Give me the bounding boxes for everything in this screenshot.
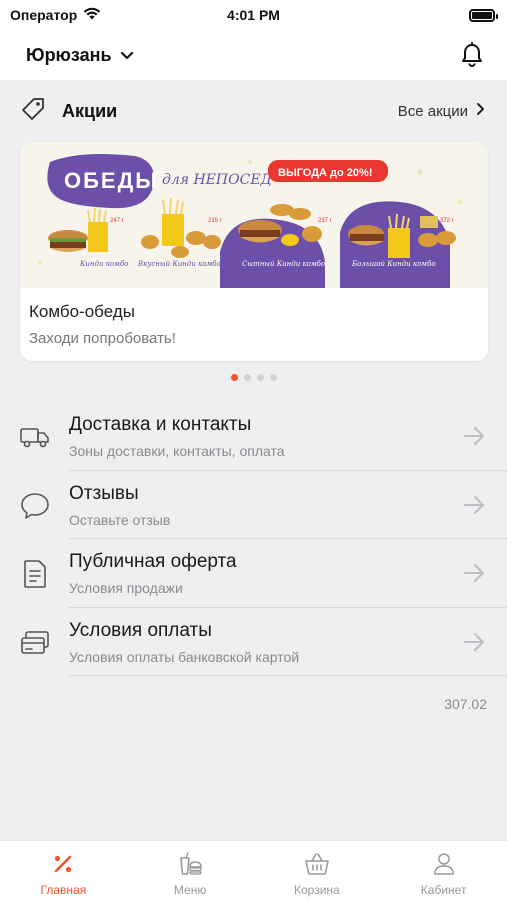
speech-bubble-icon [20,492,50,519]
tab-home[interactable]: Главная [0,841,127,900]
document-icon [20,560,50,588]
promo-pager[interactable] [0,374,507,381]
app-version: 307.02 [444,696,487,712]
user-icon [431,851,457,877]
tab-label: Корзина [294,883,340,897]
app-header: Юрюзань [0,30,507,80]
banner-headline: ОБЕДЫ [64,168,159,193]
percent-icon [50,851,76,877]
pager-dot[interactable] [256,374,264,381]
carrier-label: Оператор [10,7,78,23]
menu-item-reviews[interactable]: Отзывы Оставьте отзыв [0,471,507,539]
arrow-right-icon [463,563,485,583]
city-name: Юрюзань [26,44,112,65]
bell-icon[interactable] [459,42,485,68]
wifi-icon [83,7,101,23]
truck-icon [20,424,50,450]
promo-banner-image: ОБЕДЫ для НЕПОСЕД ВЫГОДА до 20%! Кинди к… [20,142,488,288]
arrow-right-icon [463,495,485,515]
combo-2-price: 215 г [208,218,223,224]
status-bar: Оператор 4:01 PM [0,0,507,30]
promo-card-title: Комбо-обеды [29,302,135,321]
menu-item-public-offer[interactable]: Публичная оферта Условия продажи [0,539,507,608]
battery-icon [469,8,498,22]
menu-item-title: Доставка и контакты [69,414,252,435]
menu-item-subtitle: Условия продажи [69,580,183,596]
pager-dot-active[interactable] [230,374,238,381]
tag-icon [20,96,46,127]
combo-4-price: 372 г [440,218,455,224]
tab-label: Кабинет [420,883,467,897]
all-promos-link[interactable]: Все акции [398,102,485,120]
menu-item-subtitle: Оставьте отзыв [69,511,171,528]
bottom-tab-bar: Главная Меню Корзина Кабинет [0,840,507,900]
arrow-right-icon [463,632,485,652]
credit-cards-icon [20,630,50,656]
menu-item-title: Условия оплаты [69,619,212,641]
pager-dot[interactable] [243,374,251,381]
promo-card-subtitle: Заходи попробовать! [29,330,176,347]
banner-badge: ВЫГОДА до 20%! [278,167,373,179]
combo-4-name: Большой Кинди комбо [351,260,436,268]
tab-label: Главная [40,883,87,897]
promo-banner-card[interactable]: ОБЕДЫ для НЕПОСЕД ВЫГОДА до 20%! Кинди к… [20,142,488,361]
tab-label: Меню [173,883,207,897]
food-menu-icon [177,851,203,877]
combo-2-name: Вкусный Кинди комбо [137,260,221,268]
combo-3-name: Сытный Кинди комбо [242,260,325,268]
chevron-down-icon [120,45,134,66]
menu-item-delivery[interactable]: Доставка и контакты Зоны доставки, конта… [0,402,507,471]
arrow-right-icon [463,426,485,446]
menu-item-subtitle: Зоны доставки, контакты, оплата [69,443,285,459]
basket-icon [304,851,330,877]
menu-item-title: Публичная оферта [69,551,237,572]
banner-headline-script: для НЕПОСЕД [162,172,273,188]
menu-item-subtitle: Условия оплаты банковской картой [69,648,300,665]
pager-dot[interactable] [269,374,277,381]
tab-menu[interactable]: Меню [127,841,254,900]
promo-section-header: Акции Все акции [0,90,507,132]
all-promos-label: Все акции [397,102,468,120]
tab-cart[interactable]: Корзина [254,841,381,900]
menu-item-title: Отзывы [69,482,139,504]
info-menu-list: Доставка и контакты Зоны доставки, конта… [0,402,507,676]
combo-3-price: 237 г [318,218,333,224]
divider [69,675,507,676]
menu-item-payment-terms[interactable]: Условия оплаты Условия оплаты банковской… [0,608,507,676]
combo-1-name: Кинди комбо [79,260,128,268]
combo-1-price: 247 г [110,218,125,224]
promo-title: Акции [62,100,118,121]
tab-account[interactable]: Кабинет [380,841,507,900]
city-selector[interactable]: Юрюзань [26,45,134,66]
chevron-right-icon [476,102,485,120]
